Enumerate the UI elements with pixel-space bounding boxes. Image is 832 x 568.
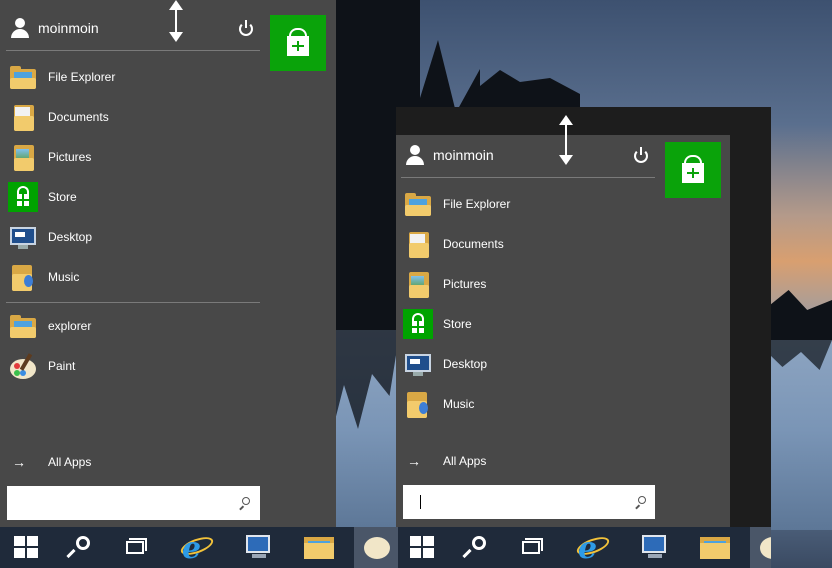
power-icon[interactable] [633,147,649,163]
paint-taskbar-button[interactable] [750,527,771,568]
menu-item-music[interactable]: Music [8,257,79,297]
menu-item-label: Desktop [48,230,93,244]
desktop-icon [403,349,433,379]
menu-item-label: Documents [48,110,109,124]
internet-explorer-button[interactable]: e [174,527,218,568]
file-explorer-taskbar-button[interactable] [298,527,342,568]
remote-desktop-button[interactable] [236,527,280,568]
store-icon [403,309,433,339]
paint-icon [8,351,38,381]
music-folder-icon [403,389,433,419]
store-icon [8,182,38,212]
explorer-folder-icon [8,311,38,341]
task-view-button[interactable] [510,527,554,568]
menu-item-label: Music [443,397,475,411]
menu-item-label: Pictures [443,277,487,291]
menu-item-label: Music [48,270,80,284]
store-tile[interactable] [270,15,326,71]
file-explorer-folder-icon [403,189,433,219]
all-apps-label: All Apps [48,455,92,469]
menu-item-label: Desktop [443,357,488,371]
arrow-right-icon: → [407,453,421,469]
separator [6,302,260,303]
pictures-folder-icon [403,269,433,299]
menu-item-file-explorer[interactable]: File Explorer [8,57,115,97]
user-icon [10,17,30,39]
task-view-button[interactable] [114,527,158,568]
user-account[interactable]: moinmoin [405,144,494,166]
start-button[interactable] [398,527,442,568]
menu-item-label: Store [48,190,77,204]
search-input[interactable] [403,485,655,519]
menu-item-label: Paint [48,359,76,373]
music-folder-icon [8,262,38,292]
menu-item-documents[interactable]: Documents [8,97,109,137]
separator [401,177,655,178]
pictures-folder-icon [8,142,38,172]
arrow-right-icon: → [12,454,26,470]
all-apps-button[interactable]: → All Apps [407,453,486,469]
menu-item-desktop[interactable]: Desktop [8,217,92,257]
menu-item-pictures[interactable]: Pictures [8,137,91,177]
menu-item-label: Documents [443,237,504,251]
wallpaper-treeline [770,290,832,340]
menu-item-label: File Explorer [443,197,511,211]
store-tile[interactable] [665,142,721,198]
user-name: moinmoin [433,147,494,163]
menu-item-explorer[interactable]: explorer [8,306,91,346]
paint-taskbar-button[interactable] [354,527,398,568]
start-windows-icon [410,536,434,558]
user-account[interactable]: moinmoin [10,17,99,39]
resize-vertical-arrow-icon[interactable] [169,0,183,42]
menu-item-label: explorer [48,319,92,333]
menu-item-desktop[interactable]: Desktop [403,344,487,384]
resize-vertical-arrow-icon[interactable] [559,115,573,165]
documents-folder-icon [403,229,433,259]
menu-item-music[interactable]: Music [403,384,474,424]
menu-item-label: Store [443,317,472,331]
separator [6,50,260,51]
text-caret [420,495,421,509]
all-apps-label: All Apps [443,454,487,468]
menu-item-store[interactable]: Store [8,177,77,217]
taskbar-search-button[interactable] [450,527,494,568]
file-explorer-taskbar-button[interactable] [694,527,738,568]
menu-item-store[interactable]: Store [403,304,472,344]
start-button[interactable] [2,527,46,568]
search-icon[interactable] [238,497,250,510]
menu-item-label: Pictures [48,150,92,164]
menu-item-file-explorer[interactable]: File Explorer [403,184,510,224]
menu-item-documents[interactable]: Documents [403,224,504,264]
documents-folder-icon [8,102,38,132]
remote-desktop-button[interactable] [632,527,676,568]
menu-item-paint[interactable]: Paint [8,346,75,386]
wallpaper-treeline [480,70,580,110]
power-icon[interactable] [238,20,254,36]
file-explorer-folder-icon [8,62,38,92]
start-windows-icon [14,536,38,558]
desktop-icon [8,222,38,252]
taskbar-search-button[interactable] [54,527,98,568]
user-icon [405,144,425,166]
menu-item-pictures[interactable]: Pictures [403,264,486,304]
search-icon[interactable] [634,496,646,509]
all-apps-button[interactable]: → All Apps [12,454,91,470]
menu-item-label: File Explorer [48,70,116,84]
search-input[interactable] [7,486,260,520]
internet-explorer-button[interactable]: e [570,527,614,568]
user-name: moinmoin [38,20,99,36]
